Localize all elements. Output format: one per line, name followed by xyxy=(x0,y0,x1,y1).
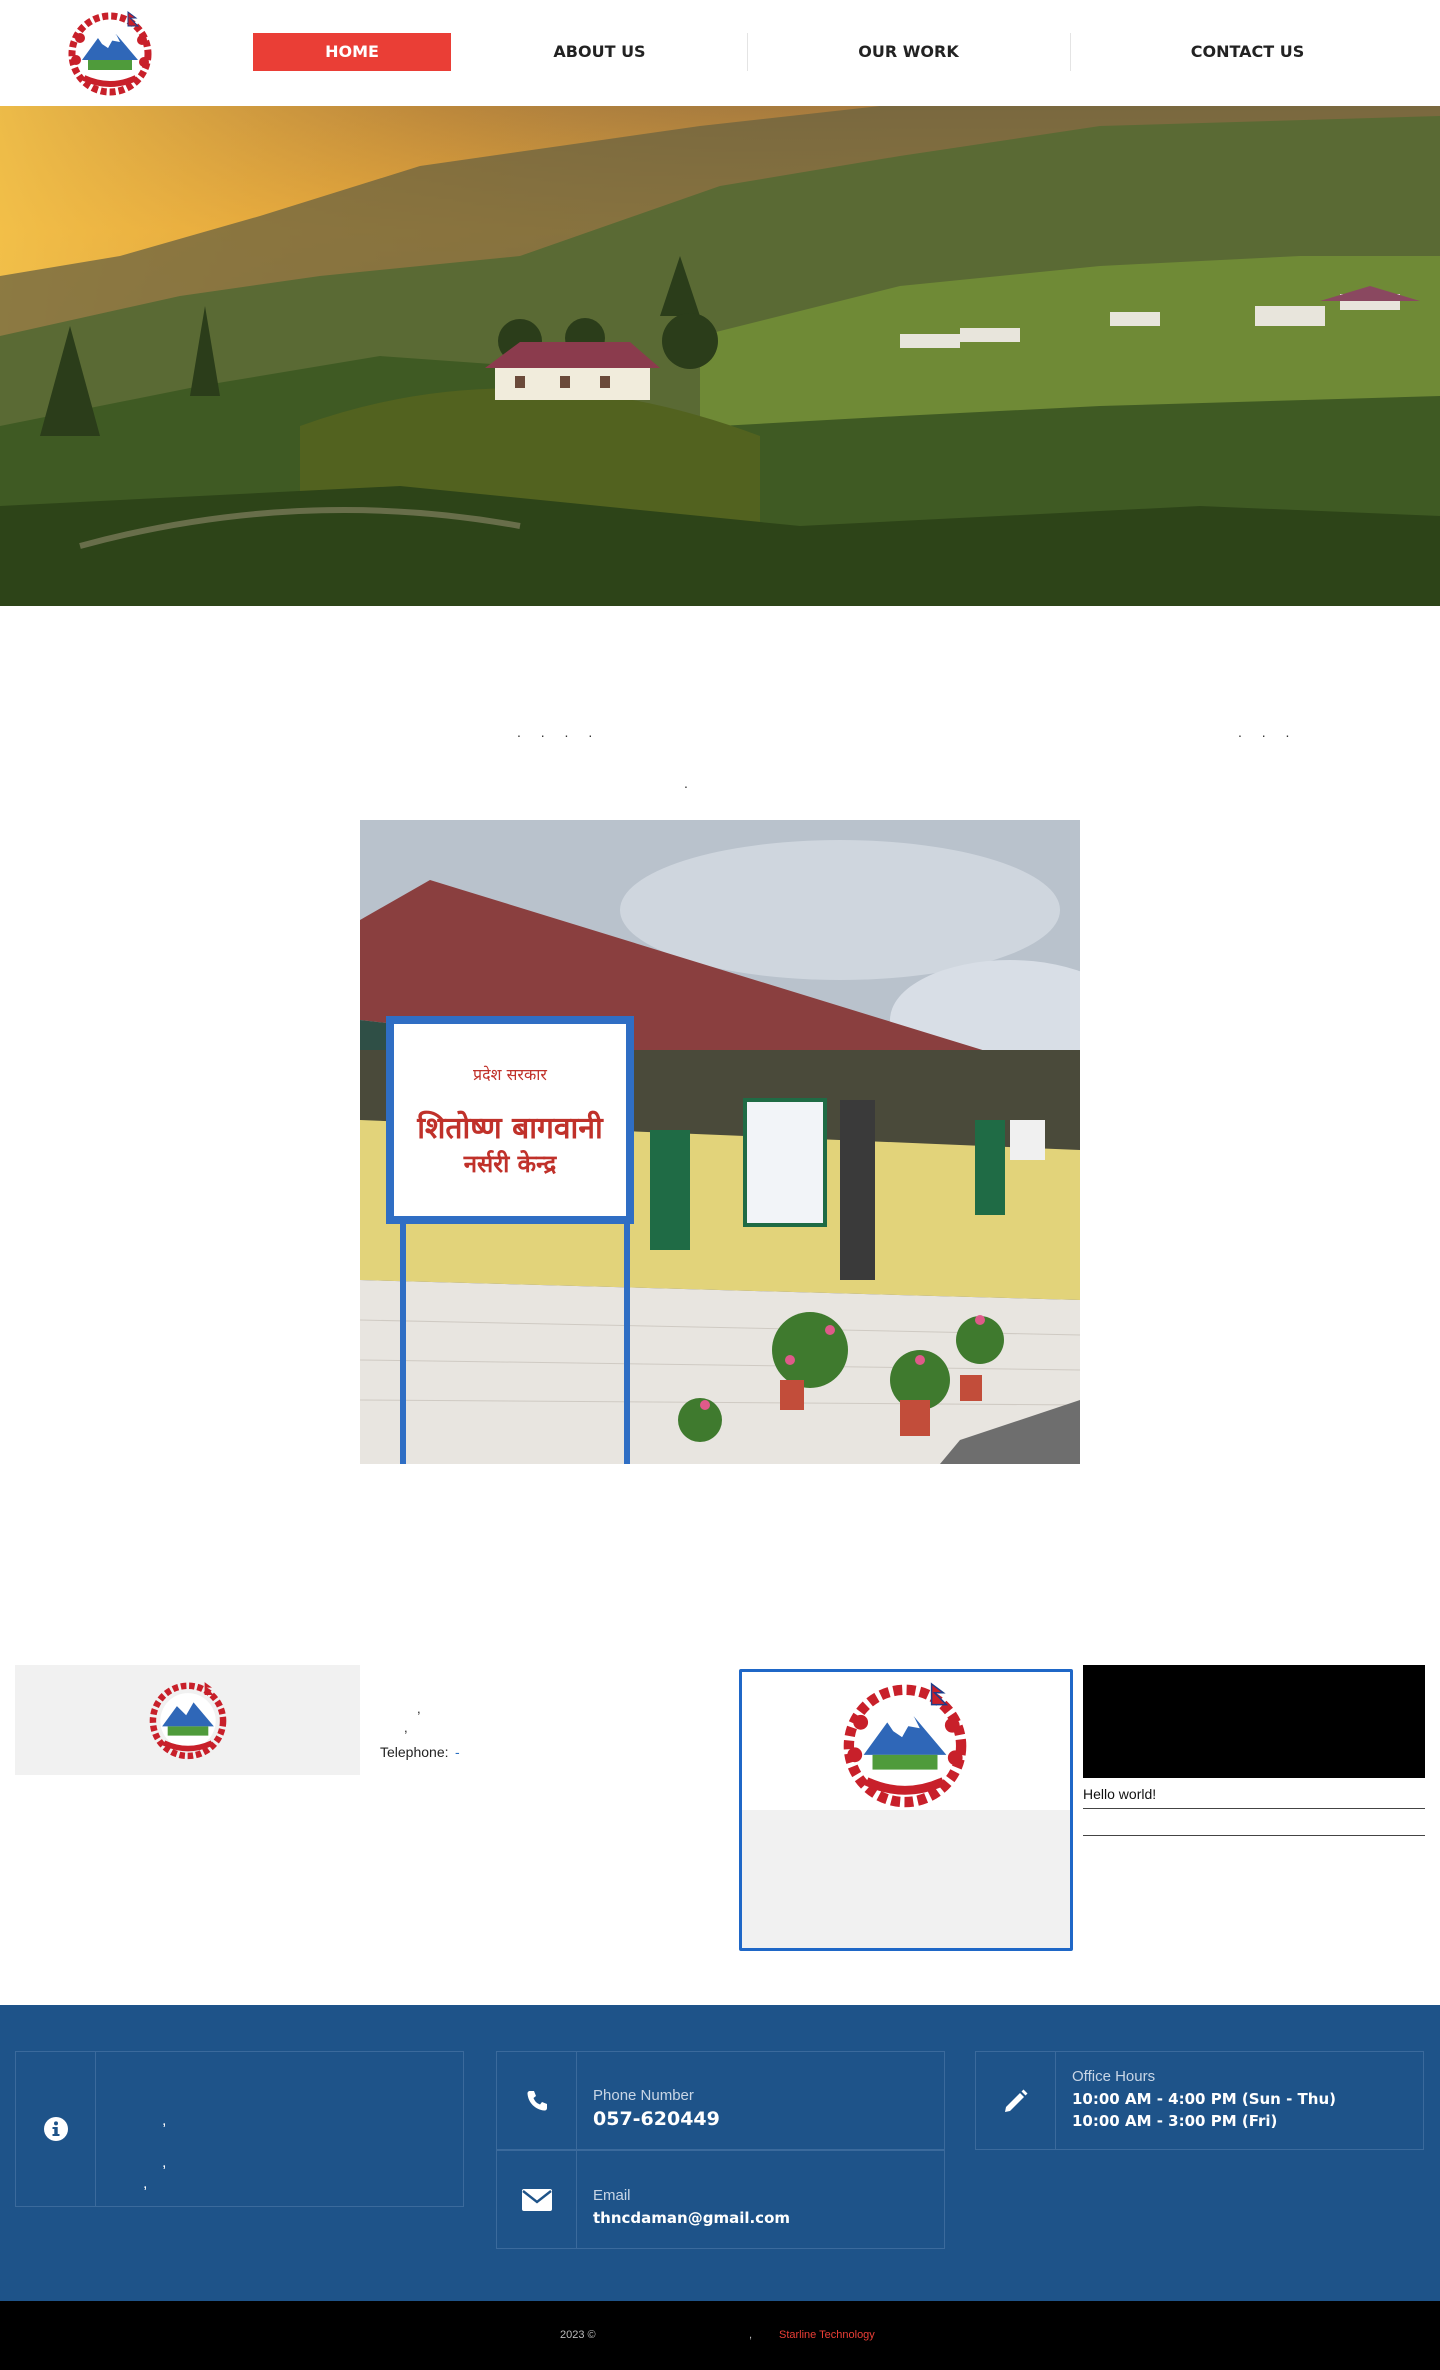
telephone-label: Telephone: xyxy=(380,1744,449,1760)
info-comma: , xyxy=(404,1720,408,1735)
divider xyxy=(1083,1808,1425,1809)
office-hours-box: Office Hours 10:00 AM - 4:00 PM (Sun - T… xyxy=(975,2051,1424,2150)
intro-text: . . . . xyxy=(517,724,601,740)
copyright-separator: , xyxy=(749,2329,753,2341)
office-hours-label: Office Hours xyxy=(1072,2068,1156,2085)
address-line: , xyxy=(162,2112,167,2129)
email-label: Email xyxy=(593,2187,631,2204)
phone-icon xyxy=(497,2052,577,2149)
main-nav: HOME ABOUT US OUR WORK CONTACT US xyxy=(0,33,1440,73)
nepal-emblem-icon xyxy=(149,1682,227,1760)
telephone-value[interactable]: - xyxy=(455,1744,460,1760)
widget-text: Hello world! xyxy=(1083,1786,1157,1802)
contact-footer: , , , Phone Number 057-620449 Email thnc… xyxy=(0,2005,1440,2301)
divider xyxy=(1083,1835,1425,1836)
phone-value[interactable]: 057-620449 xyxy=(593,2108,720,2130)
copyright-text: 2023 © xyxy=(560,2329,596,2341)
phone-box: Phone Number 057-620449 xyxy=(496,2051,945,2150)
email-box: Email thncdaman@gmail.com xyxy=(496,2150,945,2249)
intro-text: . xyxy=(684,775,696,791)
office-hours-line: 10:00 AM - 3:00 PM (Fri) xyxy=(1072,2112,1278,2130)
address-box: , , , xyxy=(15,2051,464,2207)
hero-landscape-image xyxy=(0,106,1440,606)
intro-text: . . . xyxy=(1238,724,1298,740)
emblem-card xyxy=(15,1665,360,1775)
pencil-icon xyxy=(976,2052,1056,2149)
info-icon xyxy=(16,2052,96,2206)
nursery-building-photo: प्रदेश सरकार शितोष्ण बागवानी नर्सरी केन्… xyxy=(360,820,1080,1464)
svg-text:प्रदेश सरकार: प्रदेश सरकार xyxy=(473,1065,547,1084)
emblem-feature-card[interactable] xyxy=(739,1669,1073,1951)
nav-divider xyxy=(1070,33,1071,71)
envelope-icon xyxy=(497,2151,577,2248)
office-hours-line: 10:00 AM - 4:00 PM (Sun - Thu) xyxy=(1072,2090,1336,2108)
copyright-bar xyxy=(0,2301,1440,2370)
developer-credit-link[interactable]: Starline Technology xyxy=(779,2329,875,2341)
svg-text:नर्सरी केन्द्र: नर्सरी केन्द्र xyxy=(463,1150,558,1178)
address-line: , xyxy=(143,2175,148,2192)
card-body-placeholder xyxy=(742,1810,1070,1948)
site-header: HOME ABOUT US OUR WORK CONTACT US xyxy=(0,0,1440,106)
nav-contact-us[interactable]: CONTACT US xyxy=(1145,33,1350,71)
video-embed-placeholder[interactable] xyxy=(1083,1665,1425,1778)
info-comma: , xyxy=(417,1701,421,1716)
address-line: , xyxy=(162,2154,167,2171)
email-value[interactable]: thncdaman@gmail.com xyxy=(593,2209,790,2227)
nav-our-work[interactable]: OUR WORK xyxy=(806,33,1011,71)
svg-text:शितोष्ण बागवानी: शितोष्ण बागवानी xyxy=(416,1110,604,1146)
nav-home[interactable]: HOME xyxy=(253,33,451,71)
nav-about-us[interactable]: ABOUT US xyxy=(497,33,702,71)
phone-label: Phone Number xyxy=(593,2087,694,2104)
nav-divider xyxy=(747,33,748,71)
nepal-emblem-icon xyxy=(843,1682,967,1808)
